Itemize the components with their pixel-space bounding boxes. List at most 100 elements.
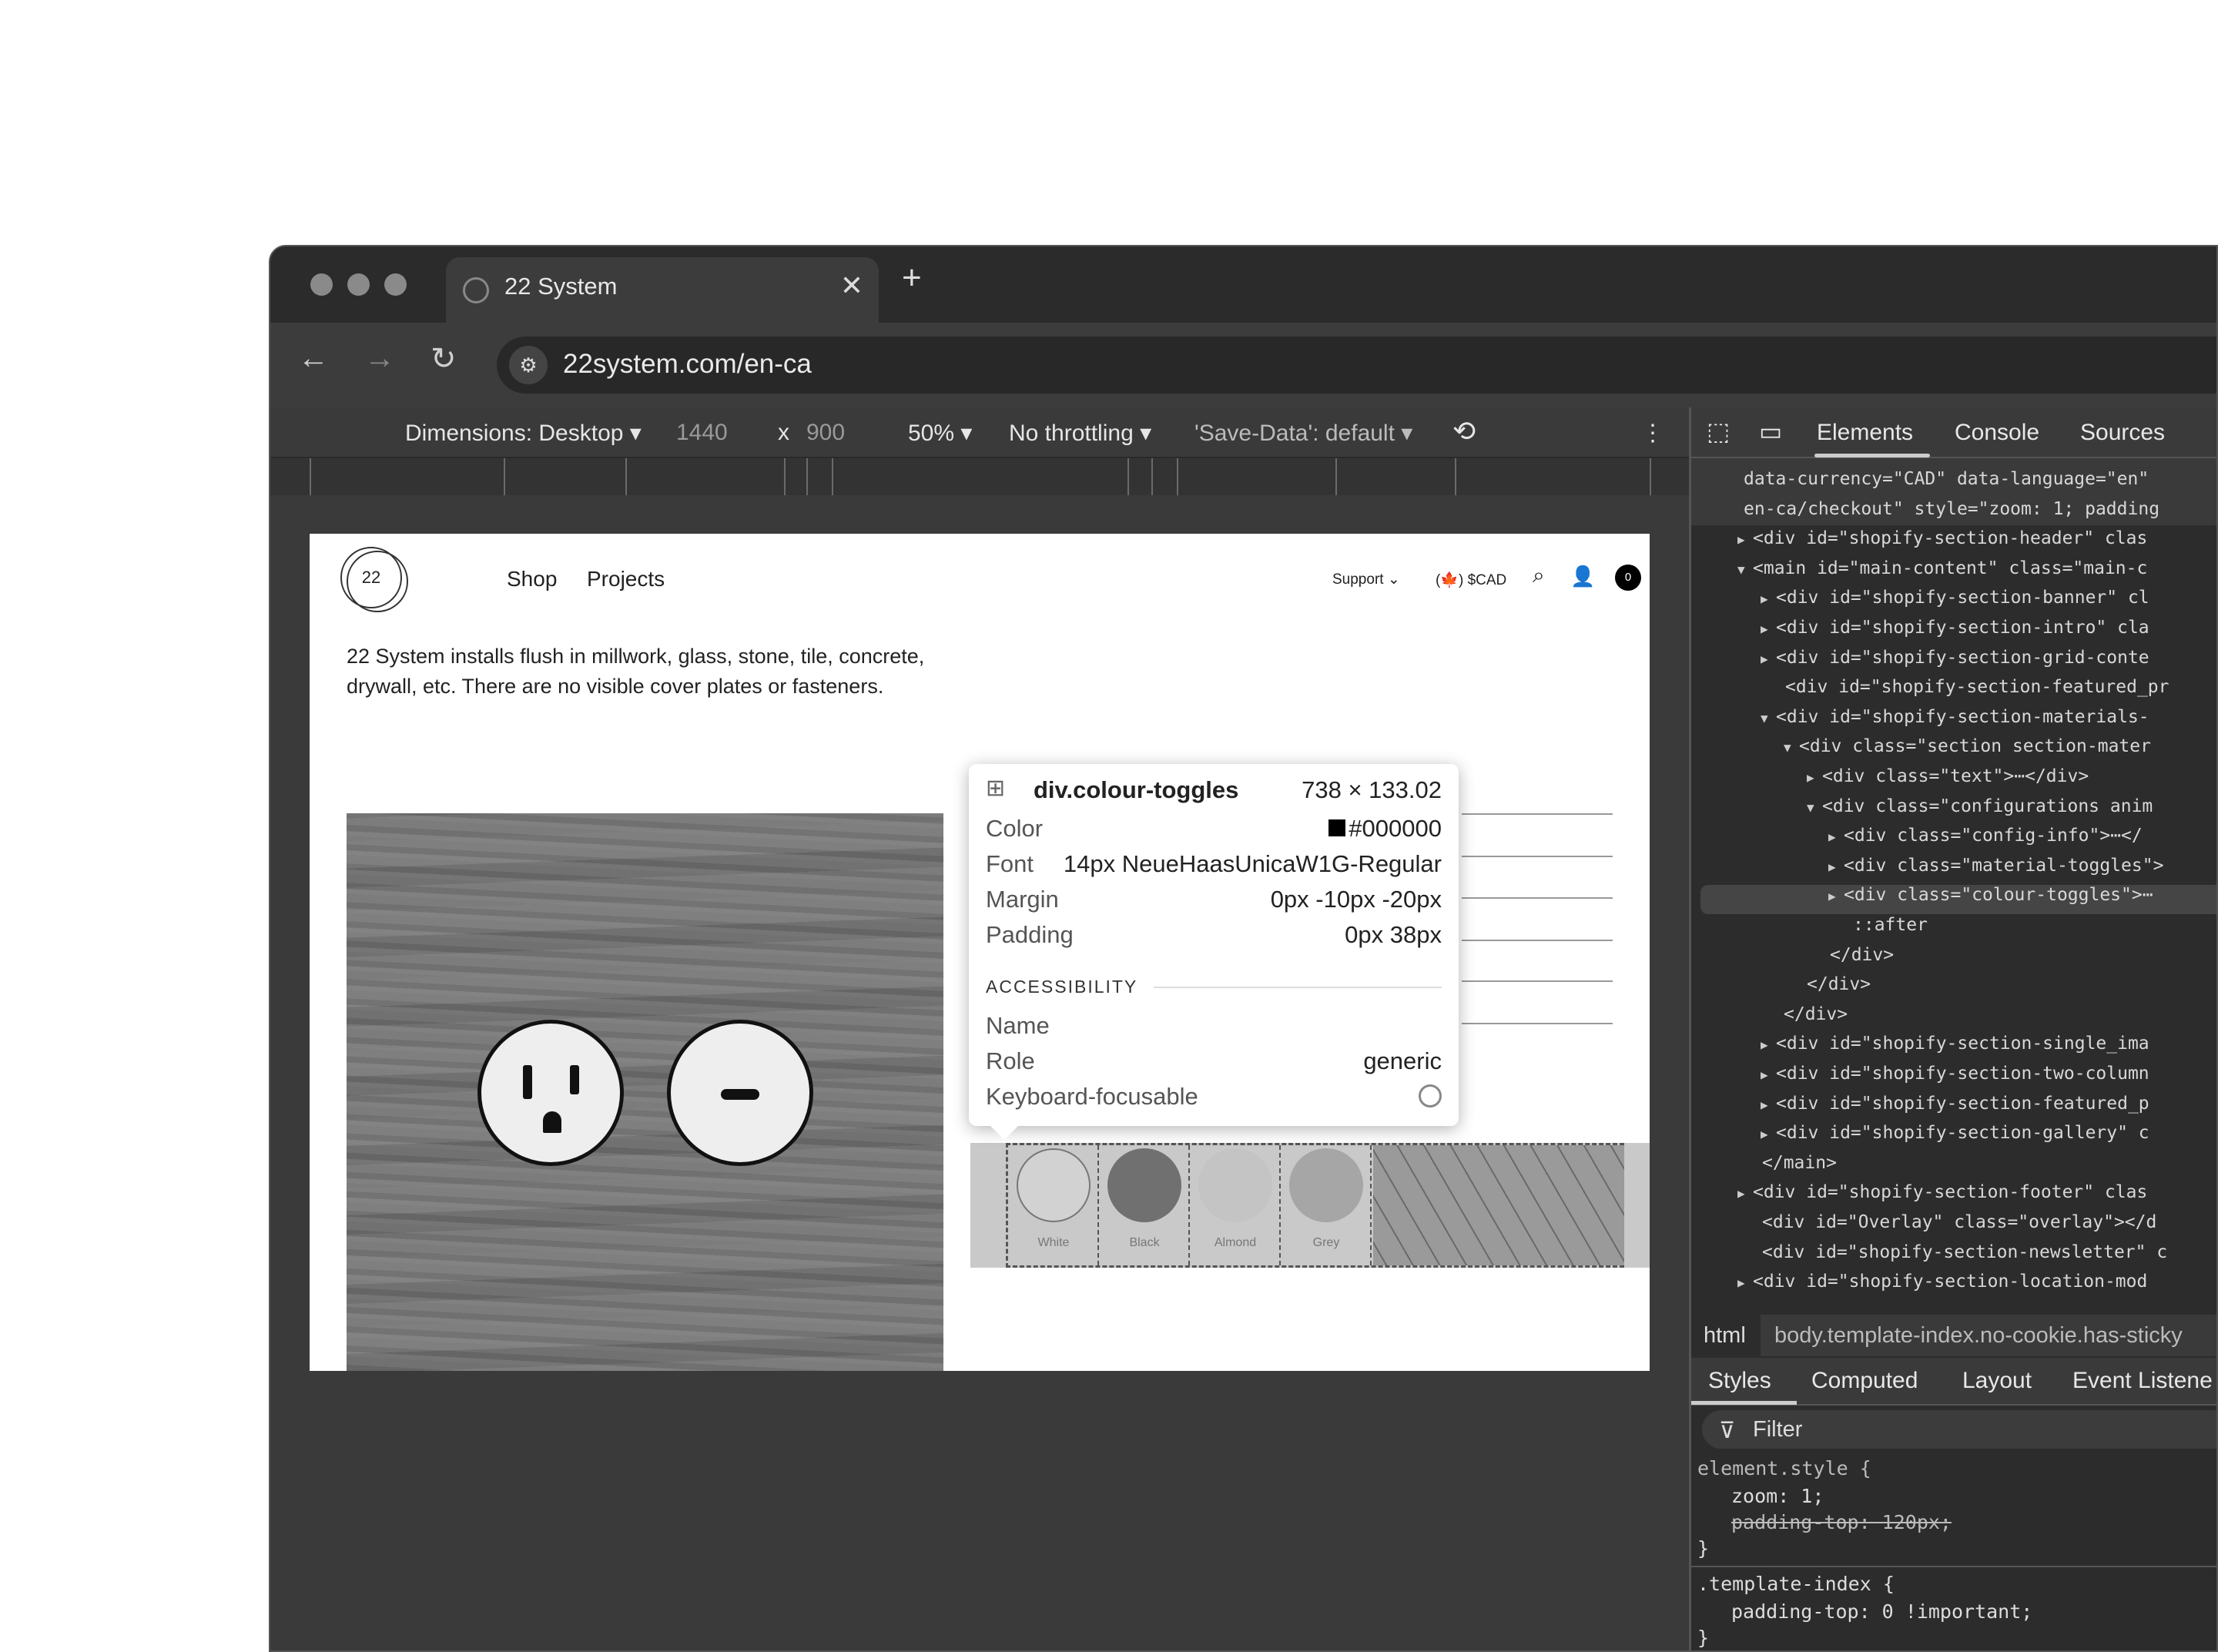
new-tab-button[interactable]: +: [902, 259, 922, 297]
css-declaration-overridden[interactable]: padding-top: 120px;: [1731, 1510, 1952, 1535]
dom-tree-row[interactable]: <div id="shopify-section-featured_pr: [1691, 672, 2216, 702]
css-declaration[interactable]: zoom: 1;: [1731, 1484, 1824, 1509]
zoom-dropdown[interactable]: 50% ▾: [908, 420, 972, 447]
tab-sources[interactable]: Sources: [2080, 420, 2165, 446]
expand-arrow-icon[interactable]: ▶: [1828, 853, 1844, 883]
dom-tree-row[interactable]: ▶ <div id="shopify-section-footer" clas: [1691, 1178, 2216, 1209]
dom-tree-row[interactable]: ▶ <div id="shopify-section-banner" cl: [1691, 583, 2216, 615]
minimize-window-button[interactable]: [347, 273, 370, 296]
colour-toggle-black[interactable]: Black: [1099, 1145, 1190, 1265]
styles-filter-input[interactable]: ⊽ Filter: [1702, 1410, 2216, 1449]
dom-tree-row[interactable]: </div>: [1691, 940, 2216, 970]
dimensions-dropdown[interactable]: Dimensions: Desktop ▾: [405, 420, 642, 447]
colour-toggle-almond[interactable]: Almond: [1190, 1145, 1281, 1265]
dom-tree-row[interactable]: data-currency="CAD" data-language="en": [1691, 464, 2216, 494]
dom-tree-row[interactable]: ▼ <div class="configurations anim: [1691, 792, 2216, 823]
expand-arrow-icon[interactable]: ▶: [1761, 1061, 1776, 1091]
expand-arrow-icon[interactable]: ▶: [1761, 615, 1776, 645]
account-icon[interactable]: 👤: [1570, 565, 1595, 588]
dom-tree-row[interactable]: ::after: [1691, 910, 2216, 940]
dom-tree-row[interactable]: ▶ <div id="shopify-section-header" clas: [1691, 524, 2216, 555]
inspect-element-icon[interactable]: ⬚: [1707, 417, 1730, 446]
expand-arrow-icon[interactable]: ▶: [1761, 1120, 1776, 1150]
address-row: ← → ↻ ⚙ 22system.com/en-ca: [270, 323, 2216, 407]
dom-tree-row[interactable]: ▶ <div id="shopify-section-location-mod: [1691, 1267, 2216, 1298]
dom-tree-row[interactable]: ▶ <div class="config-info">⋯</: [1691, 821, 2216, 853]
dom-tree-row[interactable]: <div id="shopify-section-newsletter" c: [1691, 1238, 2216, 1268]
dom-tree-row[interactable]: ▶ <div class="colour-toggles">⋯: [1691, 880, 2216, 912]
expand-arrow-icon[interactable]: ▶: [1761, 1091, 1776, 1121]
expand-arrow-icon[interactable]: ▶: [1761, 645, 1776, 675]
maximize-window-button[interactable]: [384, 273, 407, 296]
nav-projects[interactable]: Projects: [587, 567, 665, 591]
address-bar[interactable]: ⚙ 22system.com/en-ca: [497, 337, 2216, 394]
nav-shop[interactable]: Shop: [507, 567, 557, 591]
dom-tree-row[interactable]: ▶ <div id="shopify-section-two-column: [1691, 1059, 2216, 1091]
expand-arrow-icon[interactable]: ▶: [1761, 585, 1776, 615]
colour-toggle-white[interactable]: White: [1008, 1145, 1099, 1265]
tab-event-listeners[interactable]: Event Listene: [2072, 1368, 2213, 1394]
breadcrumb-html[interactable]: html: [1704, 1323, 1746, 1349]
collapse-arrow-icon[interactable]: ▼: [1737, 555, 1753, 585]
throttling-dropdown[interactable]: No throttling ▾: [1009, 420, 1151, 447]
close-tab-icon[interactable]: ✕: [840, 270, 863, 302]
dom-tree-row[interactable]: ▶ <div id="shopify-section-grid-conte: [1691, 643, 2216, 675]
dom-tree-row[interactable]: </div>: [1691, 1000, 2216, 1030]
reload-icon[interactable]: ↻: [431, 341, 457, 377]
dom-tree-row[interactable]: ▼ <main id="main-content" class="main-c: [1691, 554, 2216, 585]
breadcrumb-body[interactable]: body.template-index.no-cookie.has-sticky: [1774, 1323, 2183, 1349]
collapse-arrow-icon[interactable]: ▼: [1761, 704, 1776, 734]
tab-console[interactable]: Console: [1955, 420, 2039, 446]
dom-tree-row[interactable]: ▶ <div class="material-toggles">: [1691, 851, 2216, 883]
site-logo[interactable]: 22: [340, 547, 402, 608]
tab-elements[interactable]: Elements: [1817, 420, 1913, 446]
padding-overlay: [1373, 1145, 1624, 1265]
dom-tree-row[interactable]: ▶ <div id="shopify-section-gallery" c: [1691, 1118, 2216, 1150]
rotate-icon[interactable]: ⟲: [1452, 415, 1476, 447]
dom-tree-row[interactable]: ▼ <div class="section section-mater: [1691, 732, 2216, 763]
currency-selector[interactable]: (🍁) $CAD: [1436, 571, 1506, 589]
tab-layout[interactable]: Layout: [1962, 1368, 2032, 1394]
support-dropdown[interactable]: Support ⌄: [1332, 571, 1400, 588]
dom-tree-row[interactable]: ▶ <div id="shopify-section-single_ima: [1691, 1029, 2216, 1061]
forward-icon[interactable]: →: [364, 341, 395, 376]
dom-tree-row[interactable]: <div id="Overlay" class="overlay"></d: [1691, 1208, 2216, 1238]
css-declaration[interactable]: padding-top: 0 !important;: [1731, 1600, 2032, 1624]
colour-toggle-grey[interactable]: Grey: [1281, 1145, 1372, 1265]
collapse-arrow-icon[interactable]: ▼: [1784, 733, 1799, 763]
device-toggle-icon[interactable]: ▭: [1759, 417, 1782, 446]
cart-count-badge[interactable]: 0: [1615, 565, 1641, 591]
width-input[interactable]: 1440: [676, 420, 728, 446]
tab-styles[interactable]: Styles: [1708, 1368, 1771, 1394]
expand-arrow-icon[interactable]: ▶: [1807, 763, 1822, 793]
height-input[interactable]: 900: [806, 420, 845, 446]
more-options-icon[interactable]: ⋮: [1641, 420, 1664, 447]
dom-tree-row[interactable]: </main>: [1691, 1148, 2216, 1178]
dom-tree[interactable]: data-currency="CAD" data-language="en" en…: [1691, 458, 2216, 1313]
tab-computed[interactable]: Computed: [1811, 1368, 1918, 1394]
expand-arrow-icon[interactable]: ▶: [1737, 525, 1753, 555]
dom-tree-row[interactable]: en-ca/checkout" style="zoom: 1; padding: [1691, 494, 2216, 524]
expand-arrow-icon[interactable]: ▶: [1737, 1179, 1753, 1209]
close-window-button[interactable]: [310, 273, 333, 296]
dom-tree-row[interactable]: ▶ <div id="shopify-section-intro" cla: [1691, 613, 2216, 645]
media-query-ruler[interactable]: [270, 458, 1689, 495]
expand-arrow-icon[interactable]: ▶: [1761, 1030, 1776, 1061]
site-info-icon[interactable]: ⚙: [509, 346, 548, 384]
search-icon[interactable]: ⌕: [1533, 563, 1545, 588]
dom-tree-row[interactable]: ▶ <div class="text">⋯</div>: [1691, 762, 2216, 793]
url-text[interactable]: 22system.com/en-ca: [563, 349, 812, 380]
ruler-tick: [1650, 458, 1651, 495]
filter-icon: ⊽: [1719, 1419, 1736, 1443]
expand-arrow-icon[interactable]: ▶: [1737, 1268, 1753, 1298]
collapse-arrow-icon[interactable]: ▼: [1807, 793, 1822, 823]
expand-arrow-icon[interactable]: ▶: [1828, 882, 1844, 912]
back-icon[interactable]: ←: [298, 341, 329, 376]
save-data-dropdown[interactable]: 'Save-Data': default ▾: [1194, 420, 1412, 447]
dom-tree-row[interactable]: ▶ <div id="shopify-section-featured_p: [1691, 1089, 2216, 1121]
tab-22-system[interactable]: 22 System ✕: [446, 257, 879, 323]
dom-tree-row[interactable]: ▼ <div id="shopify-section-materials-: [1691, 702, 2216, 734]
dom-node-text: <div id="shopify-section-featured_pr: [1785, 677, 2169, 698]
dom-tree-row[interactable]: </div>: [1691, 970, 2216, 1000]
expand-arrow-icon[interactable]: ▶: [1828, 823, 1844, 853]
